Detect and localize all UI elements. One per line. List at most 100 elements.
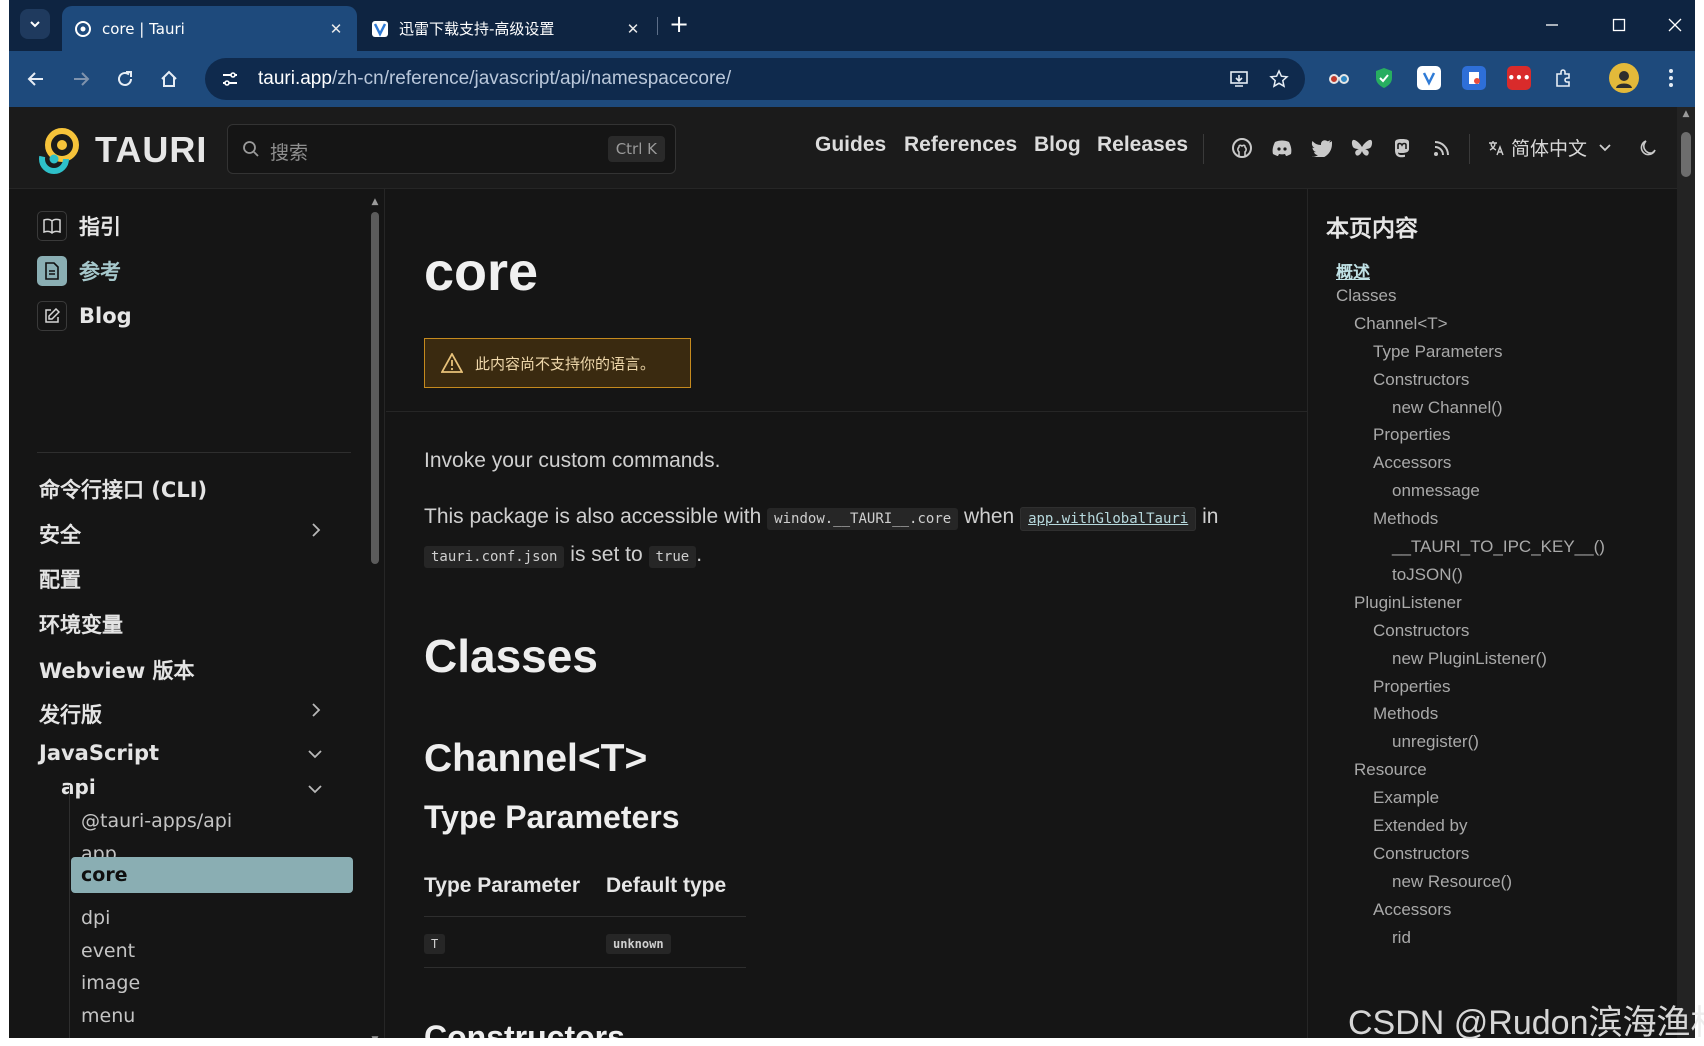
sidebar-subsection-api[interactable]: api [61, 775, 96, 799]
toc-item[interactable]: Example [1373, 788, 1439, 808]
chevron-down-icon[interactable] [308, 779, 322, 798]
toc-item[interactable]: Properties [1373, 677, 1450, 697]
back-icon[interactable] [21, 64, 51, 94]
tab-list-icon[interactable] [20, 9, 50, 39]
scroll-up-icon[interactable]: ▲ [1677, 109, 1695, 119]
sidebar-section-config[interactable]: 配置 [39, 564, 81, 594]
sidebar-scroll-thumb[interactable] [371, 212, 379, 564]
chevron-down-icon[interactable] [308, 744, 322, 763]
close-tab-icon[interactable]: ✕ [327, 20, 345, 38]
toc-item[interactable]: 概述 [1336, 258, 1370, 283]
shield-extension-icon[interactable] [1372, 66, 1396, 90]
tauri-logo[interactable]: TAURI [37, 125, 207, 175]
sidebar-section-env[interactable]: 环境变量 [39, 609, 123, 639]
sidebar-section-javascript[interactable]: JavaScript [39, 741, 159, 765]
sidebar-item-core[interactable]: core [71, 857, 353, 893]
document-icon [37, 256, 67, 286]
scroll-down-icon[interactable]: ▼ [367, 1035, 383, 1038]
sidebar-scrollbar[interactable]: ▲ ▼ [367, 197, 383, 1038]
forward-icon[interactable] [66, 64, 96, 94]
home-icon[interactable] [154, 64, 184, 94]
toc-item[interactable]: toJSON() [1392, 565, 1463, 585]
toc-item[interactable]: __TAURI_TO_IPC_KEY__() [1392, 537, 1605, 557]
toc-item[interactable]: Accessors [1373, 453, 1451, 473]
thunder-extension-icon[interactable] [1417, 66, 1441, 90]
sidebar-section-security[interactable]: 安全 [39, 519, 81, 549]
toc-item[interactable]: new Resource() [1392, 872, 1512, 892]
nav-guides[interactable]: Guides [815, 133, 886, 157]
toc-item[interactable]: Extended by [1373, 816, 1468, 836]
address-bar[interactable]: tauri.app/zh-cn/reference/javascript/api… [205, 58, 1305, 100]
nav-releases[interactable]: Releases [1097, 133, 1188, 157]
glasses-extension-icon[interactable] [1327, 66, 1351, 90]
close-window-icon[interactable] [1655, 10, 1695, 40]
sidebar-item-event[interactable]: event [81, 940, 135, 962]
toc-item[interactable]: Type Parameters [1373, 342, 1502, 362]
sidebar-link-reference[interactable]: 参考 [37, 256, 121, 286]
bookmark-star-icon[interactable] [1265, 65, 1293, 93]
toc-item[interactable]: onmessage [1392, 481, 1480, 501]
book-open-icon [37, 211, 67, 241]
sidebar-link-blog[interactable]: Blog [37, 301, 132, 331]
toc-item[interactable]: Resource [1354, 760, 1427, 780]
profile-avatar-icon[interactable] [1609, 63, 1639, 93]
toc-item[interactable]: Channel<T> [1354, 314, 1448, 334]
maximize-icon[interactable] [1599, 10, 1639, 40]
sidebar-item-image[interactable]: image [81, 972, 140, 994]
sidebar-section-cli[interactable]: 命令行接口 (CLI) [39, 474, 207, 504]
sidebar-item-dpi[interactable]: dpi [81, 907, 110, 929]
page-scroll-thumb[interactable] [1681, 132, 1691, 177]
doc-extension-icon[interactable] [1462, 66, 1486, 90]
chevron-right-icon[interactable] [311, 702, 321, 721]
text-run: . [696, 543, 703, 566]
sidebar-item-tauri-apps-api[interactable]: @tauri-apps/api [81, 810, 232, 832]
toc-item[interactable]: unregister() [1392, 732, 1479, 752]
sidebar-section-webview[interactable]: Webview 版本 [39, 655, 195, 685]
mastodon-icon[interactable] [1389, 135, 1415, 161]
theme-toggle-icon[interactable] [1635, 135, 1661, 161]
intro-paragraph: Invoke your custom commands. [424, 449, 721, 472]
page-scrollbar[interactable]: ▲ [1677, 107, 1695, 1038]
toc-item[interactable]: Methods [1373, 509, 1438, 529]
install-app-icon[interactable] [1225, 65, 1253, 93]
new-tab-button[interactable]: + [669, 12, 689, 36]
nav-references[interactable]: References [904, 133, 1017, 157]
tab-xunlei[interactable]: 迅雷下载支持-高级设置 ✕ [359, 6, 654, 51]
toc-item[interactable]: PluginListener [1354, 593, 1462, 613]
toc-item[interactable]: Constructors [1373, 370, 1469, 390]
toc-item[interactable]: Accessors [1373, 900, 1451, 920]
twitter-icon[interactable] [1309, 135, 1335, 161]
table-header-default-type: Default type [606, 874, 727, 897]
scroll-up-icon[interactable]: ▲ [367, 197, 383, 207]
menu-icon[interactable] [1659, 66, 1683, 90]
tab-title: 迅雷下载支持-高级设置 [399, 20, 555, 38]
toc-item[interactable]: new PluginListener() [1392, 649, 1547, 669]
reload-icon[interactable] [110, 64, 140, 94]
toc-item[interactable]: new Channel() [1392, 398, 1503, 418]
rss-icon[interactable] [1429, 135, 1455, 161]
bluesky-icon[interactable] [1349, 135, 1375, 161]
language-selector[interactable]: 简体中文 [1487, 134, 1611, 161]
toc-item[interactable]: Properties [1373, 425, 1450, 445]
tab-core-tauri[interactable]: core | Tauri ✕ [62, 6, 357, 51]
github-icon[interactable] [1229, 135, 1255, 161]
close-tab-icon[interactable]: ✕ [624, 20, 642, 38]
sidebar-section-distribute[interactable]: 发行版 [39, 699, 102, 729]
nav-blog[interactable]: Blog [1034, 133, 1081, 157]
toc-item[interactable]: Methods [1373, 704, 1438, 724]
toc-item[interactable]: rid [1392, 928, 1411, 948]
sidebar-link-guides[interactable]: 指引 [37, 211, 121, 241]
discord-icon[interactable] [1269, 135, 1295, 161]
toc-item[interactable]: Constructors [1373, 621, 1469, 641]
with-global-tauri-link[interactable]: app.withGlobalTauri [1020, 507, 1197, 531]
toc-item[interactable]: Classes [1336, 286, 1396, 306]
toc-item[interactable]: Constructors [1373, 844, 1469, 864]
search-input[interactable]: 搜索 Ctrl K [227, 124, 676, 174]
sidebar-item-menu[interactable]: menu [81, 1005, 135, 1027]
chevron-right-icon[interactable] [311, 522, 321, 541]
dots-extension-icon[interactable]: ••• [1507, 66, 1531, 90]
extensions-icon[interactable] [1552, 66, 1576, 90]
minimize-icon[interactable] [1532, 10, 1572, 40]
browser-toolbar: tauri.app/zh-cn/reference/javascript/api… [9, 51, 1695, 107]
site-info-icon[interactable] [215, 64, 245, 94]
